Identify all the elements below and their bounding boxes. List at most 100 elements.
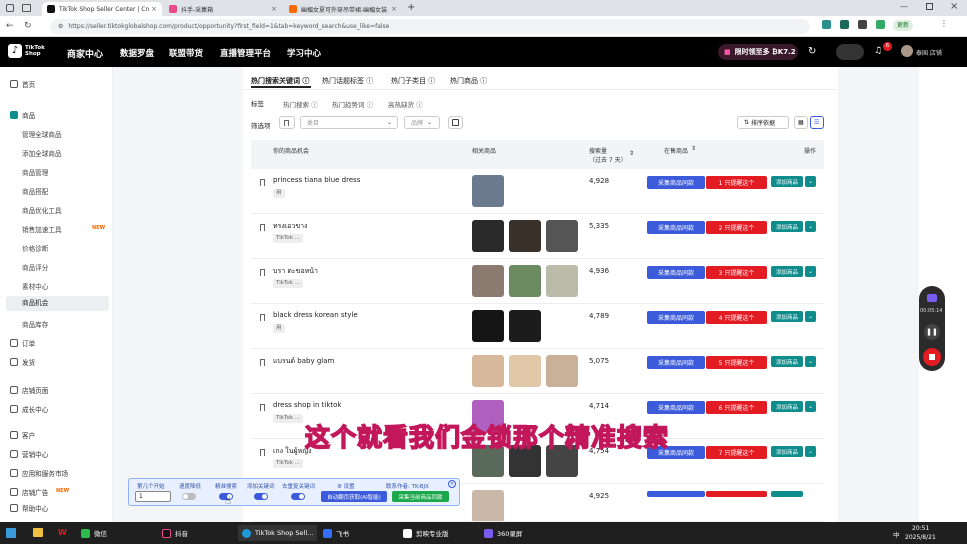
collect-same-button[interactable]: 采集商品同款	[647, 266, 705, 279]
nav-seller-center[interactable]: 商家中心	[67, 47, 103, 60]
product-thumbnail[interactable]	[546, 265, 578, 297]
keyword-text[interactable]: แบรนด์ baby glam	[273, 356, 334, 367]
chevron-down-icon[interactable]: ⌄	[805, 221, 816, 232]
product-thumbnail[interactable]	[509, 220, 541, 252]
sidebar-item-4[interactable]: 商品管理	[22, 167, 48, 177]
close-toolbar-icon[interactable]: ×	[448, 480, 456, 488]
remind-button[interactable]: 6 只提醒这个	[706, 401, 767, 414]
sidebar-item-19[interactable]: 应用和服务市场	[10, 468, 68, 478]
product-thumbnail[interactable]	[472, 175, 504, 207]
sidebar-item-16[interactable]: 成长中心	[10, 404, 48, 414]
update-button[interactable]: 更新	[893, 20, 914, 31]
stop-button[interactable]	[923, 348, 941, 366]
collect-same-button[interactable]: 采集商品同款	[647, 311, 705, 324]
auto-page-button[interactable]: 自动翻页获取(AI智能)	[321, 491, 387, 502]
start-icon[interactable]	[6, 528, 16, 538]
keyword-text[interactable]: บรา ตะขอหน้า	[273, 266, 318, 277]
collect-same-button[interactable]: 采集商品同款	[647, 221, 705, 234]
url-field[interactable]: ⚙ https://seller.tiktokglobalshop.com/pr…	[50, 19, 810, 34]
bookmark-icon[interactable]	[260, 404, 265, 411]
sidebar-item-8[interactable]: 价格诊断	[22, 243, 48, 253]
language-switch[interactable]	[836, 44, 864, 60]
collect-same-button[interactable]	[647, 491, 705, 497]
promo-banner[interactable]: ■ 限时领至多 ₿K7.2	[718, 44, 798, 60]
chevron-down-icon[interactable]: ⌄	[805, 401, 816, 412]
taskbar-edge-tiktok[interactable]: TikTok Shop Sell...	[238, 525, 318, 541]
tiktok-shop-logo[interactable]: ♪ TikTok Shop	[8, 44, 47, 58]
bookmark-filter[interactable]	[279, 116, 295, 129]
sort-search-icon[interactable]: ⇕	[629, 150, 634, 157]
keyword-text[interactable]: dress shop in tiktok	[273, 401, 341, 409]
chevron-down-icon[interactable]: ⌄	[805, 446, 816, 457]
sidebar-item-12[interactable]: 商品库存	[22, 319, 48, 329]
chevron-down-icon[interactable]: ⌄	[805, 356, 816, 367]
product-thumbnail[interactable]	[509, 355, 541, 387]
camera-icon[interactable]	[927, 294, 937, 302]
sidebar-item-1[interactable]: 商品	[10, 110, 35, 120]
product-thumbnail[interactable]	[546, 220, 578, 252]
collect-same-button[interactable]: 采集商品同款	[647, 356, 705, 369]
collect-same-button[interactable]: 采集商品同款	[647, 401, 705, 414]
product-thumbnail[interactable]	[472, 355, 504, 387]
close-tab-icon[interactable]: ×	[151, 5, 157, 13]
remind-button[interactable]: 7 只提醒这个	[706, 446, 767, 459]
taskbar-360rec[interactable]: 360录屏	[484, 528, 522, 538]
remind-button[interactable]: 4 只提醒这个	[706, 311, 767, 324]
tab-doushou[interactable]: 抖手-采集箱 ×	[164, 2, 282, 16]
clock-date[interactable]: 2025/8/21	[905, 534, 936, 541]
more-menu-icon[interactable]: ⋮	[940, 19, 948, 28]
close-tab-icon[interactable]: ×	[271, 5, 277, 13]
product-thumbnail[interactable]	[472, 490, 504, 521]
collect-same-button[interactable]: 采集商品同款	[647, 176, 705, 189]
remind-button[interactable]: 1 只提醒这个	[706, 176, 767, 189]
bookmark-icon[interactable]	[260, 269, 265, 276]
product-thumbnail[interactable]	[472, 310, 504, 342]
bookmark-icon[interactable]	[260, 314, 265, 321]
add-product-button[interactable]: 添加商品	[771, 356, 803, 367]
sidebar-item-6[interactable]: 商品优化工具	[22, 205, 62, 215]
sort-button[interactable]: ⇅ 排序依据	[737, 116, 789, 129]
product-thumbnail[interactable]	[509, 310, 541, 342]
collect-current-button[interactable]: 采集当前商品同款	[392, 491, 449, 502]
window-menu-icon[interactable]	[6, 4, 14, 12]
start-index-input[interactable]: 1	[135, 491, 171, 502]
add-product-button[interactable]: 添加商品	[771, 311, 803, 322]
tab-hot-hashtags[interactable]: 热门话题标签 ⓘ	[322, 76, 373, 86]
keyword-text[interactable]: black dress korean style	[273, 311, 358, 319]
add-product-button[interactable]: 添加商品	[771, 446, 803, 457]
tab-tiktok-seller[interactable]: TikTok Shop Seller Center | Cross ×	[42, 2, 162, 16]
sidebar-item-10[interactable]: 素材中心	[22, 281, 48, 291]
refresh-icon[interactable]: ↻	[808, 46, 816, 57]
sidebar-item-3[interactable]: 添加全球商品	[22, 148, 62, 158]
back-icon[interactable]: ←	[6, 21, 14, 31]
sidebar-item-7[interactable]: 销售加速工具	[22, 224, 62, 234]
remind-button[interactable]: 2 只提醒这个	[706, 221, 767, 234]
category-select[interactable]: 类目 ⌄	[300, 116, 398, 129]
nav-item-learning[interactable]: 学习中心	[287, 47, 321, 59]
product-thumbnail[interactable]	[472, 220, 504, 252]
brand-select[interactable]: 品牌 ⌄	[404, 116, 440, 129]
extensions-puzzle-icon[interactable]	[858, 20, 867, 29]
taskbar-feishu[interactable]: 飞书	[323, 528, 349, 538]
chevron-down-icon[interactable]: ⌄	[805, 176, 816, 187]
minimize-icon[interactable]: —	[900, 2, 908, 11]
tag-hot-search[interactable]: 热门搜索 ⓘ	[283, 99, 318, 109]
ime-indicator[interactable]: 中	[893, 529, 900, 539]
save-filter-button[interactable]	[448, 116, 463, 129]
dedupe-toggle[interactable]	[291, 493, 305, 500]
clock-time[interactable]: 20:51	[912, 525, 929, 532]
add-keyword-toggle[interactable]	[254, 493, 268, 500]
sidebar-item-0[interactable]: 首页	[10, 79, 35, 89]
wps-icon[interactable]: W	[58, 528, 69, 538]
product-thumbnail[interactable]	[546, 355, 578, 387]
sidebar-item-21[interactable]: 帮助中心	[10, 503, 48, 513]
bookmark-icon[interactable]	[260, 449, 265, 456]
add-product-button[interactable]: 添加商品	[771, 266, 803, 277]
pause-icon[interactable]: ❚❚	[924, 324, 940, 340]
keyword-text[interactable]: princess tiana blue dress	[273, 176, 360, 184]
extension-icon[interactable]	[822, 20, 831, 29]
file-explorer-icon[interactable]	[33, 528, 43, 537]
col-search[interactable]: 搜索量	[589, 146, 607, 155]
add-product-button[interactable]: 添加商品	[771, 176, 803, 187]
sidebar-item-20[interactable]: 店铺广告	[10, 487, 48, 497]
